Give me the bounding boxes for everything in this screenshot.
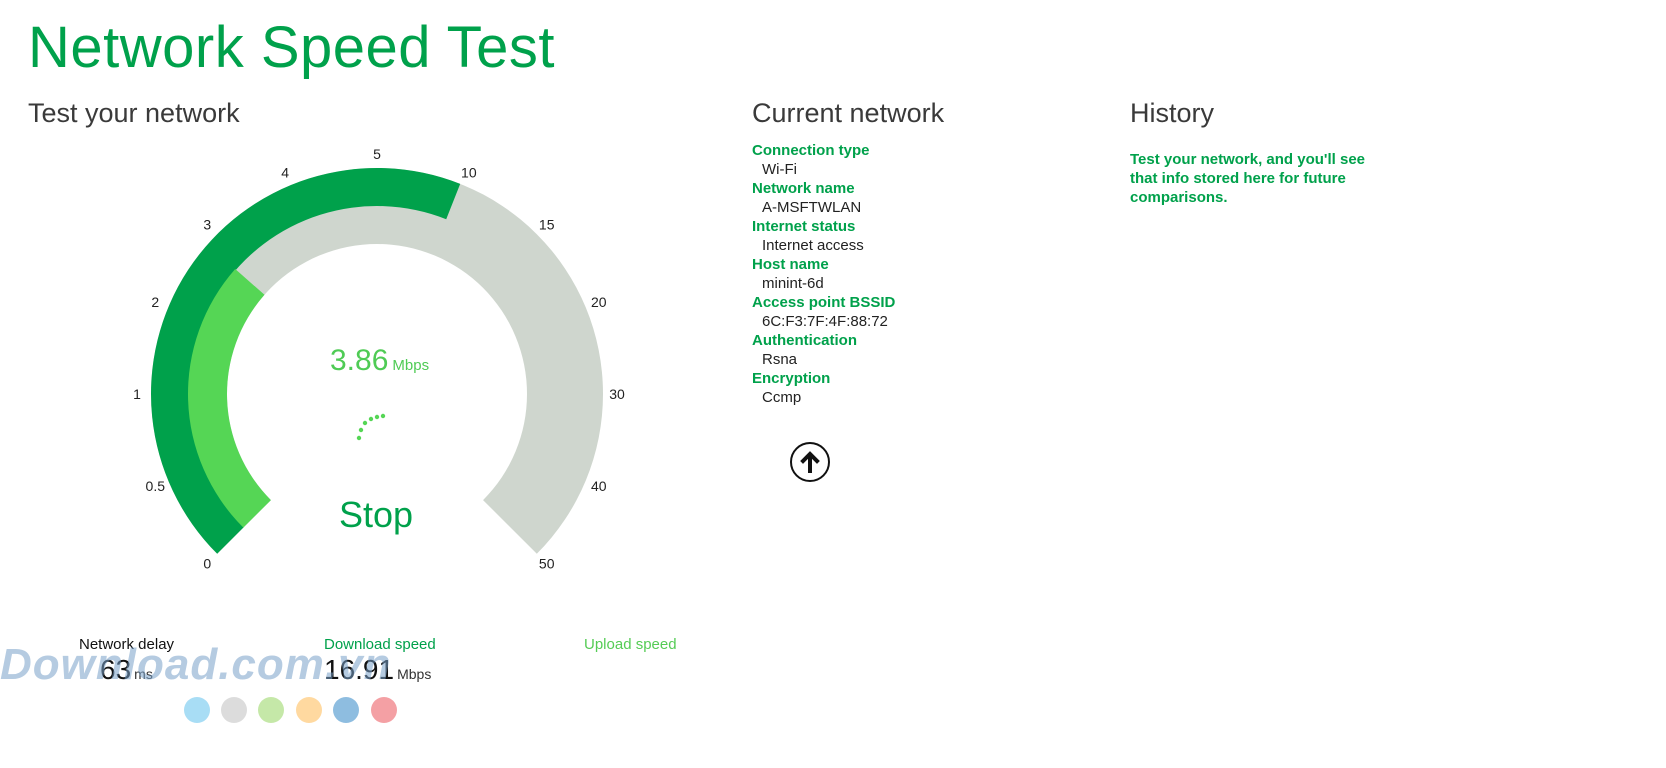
network-item-value: Wi-Fi: [762, 161, 797, 178]
watermark-dot: [221, 697, 247, 723]
network-item-label: Internet status: [752, 218, 856, 235]
upload-speed-label: Upload speed: [584, 636, 677, 653]
network-item-label: Encryption: [752, 370, 831, 387]
network-item-value: A-MSFTWLAN: [762, 199, 862, 216]
current-speed-unit: Mbps: [392, 357, 430, 374]
watermark: Download.com.vn: [0, 640, 392, 689]
network-item-label: Host name: [752, 256, 829, 273]
network-item-label: Access point BSSID: [752, 294, 896, 311]
network-item-label: Network name: [752, 180, 855, 197]
history-heading: History: [1130, 98, 1215, 128]
network-item-value: Rsna: [762, 351, 798, 368]
download-speed-unit: Mbps: [397, 666, 432, 682]
gauge-tick-label: 5: [373, 146, 381, 162]
network-item-value: Internet access: [762, 237, 864, 254]
network-info-list: Connection type Wi-Fi Network name A-MSF…: [752, 141, 1072, 407]
current-speed-value: 3.86: [330, 344, 389, 377]
gauge-tick-label: 1: [133, 386, 141, 402]
arrow-up-icon: [800, 451, 820, 473]
spinner-dot: [374, 414, 380, 420]
gauge-tick-label: 15: [539, 216, 555, 232]
gauge-tick-label: 30: [609, 386, 625, 402]
network-item: Authentication Rsna: [752, 331, 1072, 369]
watermark-dot: [184, 697, 210, 723]
gauge-tick-label: 10: [461, 164, 477, 180]
current-network-heading: Current network: [752, 98, 945, 128]
spinner-dot: [380, 413, 386, 419]
loading-spinner-icon: [356, 413, 386, 441]
network-item-value: minint-6d: [762, 275, 824, 292]
gauge-tick-label: 0.5: [146, 478, 166, 494]
gauge-tick-label: 2: [151, 294, 159, 310]
watermark-dot: [258, 697, 284, 723]
spinner-dot: [358, 427, 364, 433]
spinner-dot: [362, 420, 368, 426]
spinner-dot: [368, 416, 374, 422]
network-item: Encryption Ccmp: [752, 369, 1072, 407]
current-speed: 3.86 Mbps: [330, 344, 429, 378]
gauge-tick-label: 50: [539, 556, 555, 572]
gauge-tick-label: 0: [203, 556, 211, 572]
gauge-tick-label: 4: [281, 164, 289, 180]
stop-button[interactable]: Stop: [330, 490, 422, 540]
watermark-dot: [333, 697, 359, 723]
spinner-dot: [356, 435, 362, 441]
network-item-label: Connection type: [752, 142, 870, 159]
history-message: Test your network, and you'll see that i…: [1130, 151, 1366, 206]
network-item-value: 6C:F3:7F:4F:88:72: [762, 313, 888, 330]
gauge-tick-label: 3: [203, 216, 211, 232]
network-item: Internet status Internet access: [752, 217, 1072, 255]
network-item-value: Ccmp: [762, 389, 802, 406]
watermark-dot: [371, 697, 397, 723]
gauge-tick-label: 40: [591, 478, 607, 494]
network-item-label: Authentication: [752, 332, 857, 349]
watermark-dot: [296, 697, 322, 723]
network-item: Host name minint-6d: [752, 255, 1072, 293]
network-item: Network name A-MSFTWLAN: [752, 179, 1072, 217]
upload-button[interactable]: [790, 442, 830, 482]
network-item: Access point BSSID 6C:F3:7F:4F:88:72: [752, 293, 1072, 331]
network-item: Connection type Wi-Fi: [752, 141, 1072, 179]
gauge-tick-label: 20: [591, 294, 607, 310]
